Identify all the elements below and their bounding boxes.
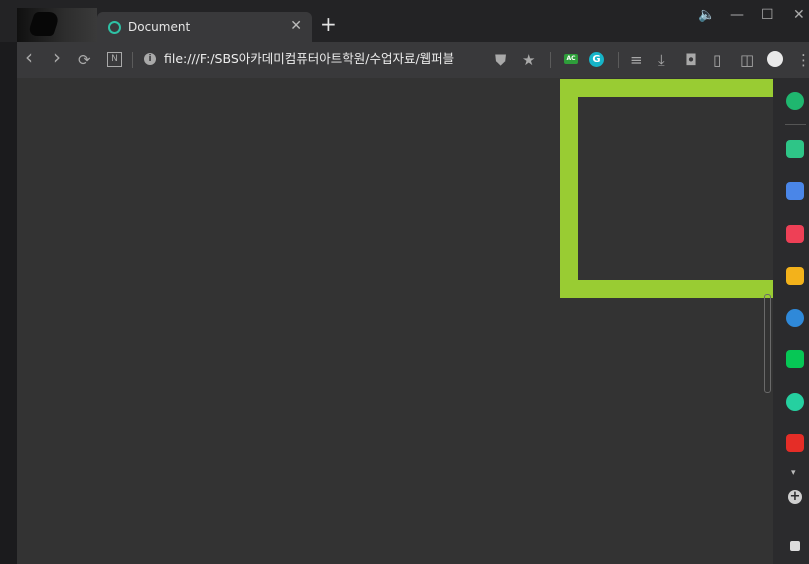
- download-icon[interactable]: ⤓: [658, 51, 665, 69]
- pin-icon[interactable]: [790, 541, 800, 551]
- tab-favicon-icon: [108, 21, 121, 34]
- edge-icon[interactable]: [786, 309, 804, 327]
- reload-button[interactable]: ⟳: [78, 51, 91, 69]
- close-window-button[interactable]: ✕: [793, 7, 805, 23]
- toolbar-divider: [550, 52, 551, 68]
- tab-title: Document: [128, 20, 191, 34]
- sidebar-toggle-icon[interactable]: ◫: [740, 51, 754, 69]
- green-bordered-box: [560, 79, 773, 298]
- n-icon[interactable]: N: [107, 52, 122, 67]
- menu-icon[interactable]: ⋮: [796, 51, 809, 69]
- desktop-wallpaper-corner: [17, 8, 97, 42]
- youtube-icon[interactable]: [786, 434, 804, 452]
- calendar-icon[interactable]: [786, 182, 804, 200]
- sidebar-divider: [785, 124, 806, 125]
- toolbar-divider: [132, 52, 133, 68]
- shield-icon[interactable]: ⛊: [495, 51, 506, 69]
- camera-icon[interactable]: ◘: [685, 51, 697, 69]
- whale-icon[interactable]: [786, 92, 804, 110]
- title-bar: Document ✕ + 🔈 — ☐ ✕: [0, 0, 809, 42]
- tab-close-icon[interactable]: ✕: [290, 18, 302, 34]
- scrollbar[interactable]: [764, 294, 771, 393]
- page-content: [17, 78, 773, 564]
- forward-button[interactable]: ›: [53, 47, 61, 67]
- reader-mode-icon[interactable]: ▯: [713, 51, 721, 69]
- ac-extension-icon[interactable]: AC: [564, 54, 578, 64]
- toolbar-divider: [618, 52, 619, 68]
- queue-icon[interactable]: ≡: [630, 51, 643, 69]
- tab-document[interactable]: Document ✕: [97, 12, 312, 42]
- play-icon[interactable]: [786, 393, 804, 411]
- minimize-button[interactable]: —: [730, 7, 744, 23]
- pocket-icon[interactable]: [786, 225, 804, 243]
- add-app-button[interactable]: +: [788, 490, 802, 504]
- toolbar: ‹ › ⟳ N i file:///F:/SBS아카데미컴퓨터아트학원/수업자료…: [17, 42, 809, 78]
- line-icon[interactable]: [786, 350, 804, 368]
- back-button[interactable]: ‹: [25, 47, 33, 67]
- info-icon[interactable]: i: [144, 53, 156, 65]
- favorites-icon[interactable]: [786, 267, 804, 285]
- alarm-bell-icon[interactable]: [786, 140, 804, 158]
- browser-sidebar: ▾ +: [773, 78, 809, 564]
- speaker-icon[interactable]: 🔈: [698, 7, 715, 23]
- profile-avatar[interactable]: [767, 51, 783, 67]
- bookmark-star-icon[interactable]: ★: [522, 51, 535, 69]
- more-apps-icon[interactable]: ▾: [791, 468, 796, 478]
- maximize-button[interactable]: ☐: [761, 7, 774, 23]
- new-tab-button[interactable]: +: [320, 14, 337, 34]
- grammarly-icon[interactable]: G: [589, 52, 604, 67]
- address-bar[interactable]: file:///F:/SBS아카데미컴퓨터아트학원/수업자료/웹퍼블: [164, 50, 482, 68]
